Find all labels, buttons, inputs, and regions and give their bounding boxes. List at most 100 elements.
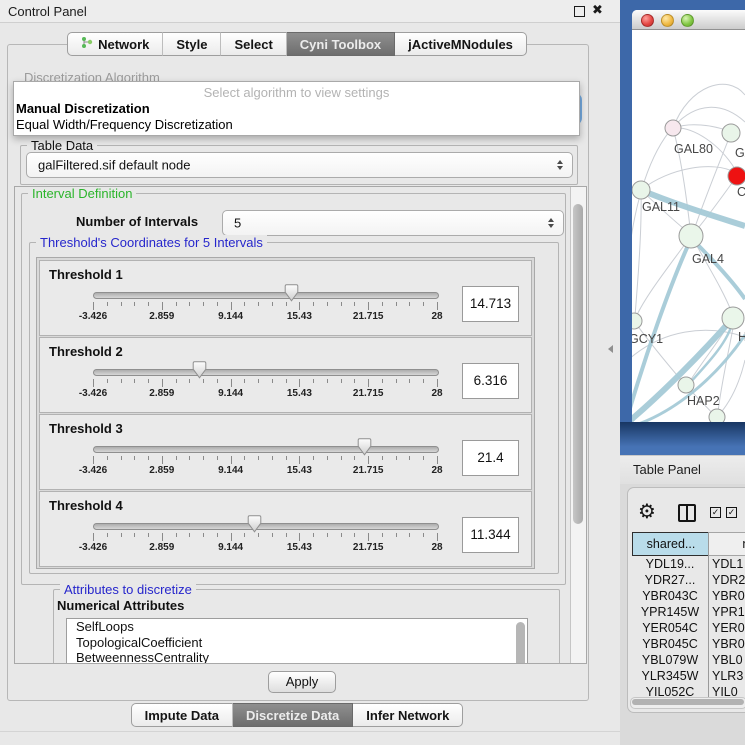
slider-tick (341, 379, 342, 383)
slider-tick (244, 456, 245, 460)
slider-thumb[interactable] (247, 515, 262, 536)
threshold-value-field[interactable]: 21.4 (462, 440, 519, 476)
slider-track[interactable] (93, 369, 439, 376)
table-row[interactable]: YDL19...YDL1 (633, 556, 745, 572)
number-of-intervals-combobox[interactable]: 5 (222, 210, 564, 236)
slider-thumb[interactable] (192, 361, 207, 382)
slider-tick (162, 533, 163, 541)
combo-stepper-icon (557, 160, 563, 170)
columns-icon[interactable] (678, 504, 696, 522)
table-row[interactable]: YDR27...YDR2 (633, 572, 745, 588)
column-header-name[interactable]: name (708, 532, 745, 556)
node-gal80[interactable] (665, 120, 681, 136)
slider-track[interactable] (93, 292, 439, 299)
node-top-right[interactable] (722, 124, 740, 142)
splitter-collapse-icon[interactable] (608, 345, 613, 353)
table-row[interactable]: YBR043CYBR0 (633, 588, 745, 604)
table-row[interactable]: YBR045CYBR0 (633, 636, 745, 652)
threshold-slider-stack: Threshold 1-3.4262.8599.14415.4321.71528… (36, 257, 535, 569)
tab-discretize-data[interactable]: Discretize Data (233, 703, 353, 727)
slider-tick (107, 379, 108, 383)
node-bottom[interactable] (709, 409, 725, 422)
zoom-traffic-icon[interactable] (681, 14, 694, 27)
minimize-traffic-icon[interactable] (661, 14, 674, 27)
cell-name: YER0 (712, 620, 745, 636)
tab-jactivemnodules[interactable]: jActiveMNodules (395, 32, 527, 56)
node-gcy1[interactable] (632, 313, 642, 329)
attribute-list-item[interactable]: TopologicalCoefficient (67, 635, 527, 651)
network-canvas[interactable]: GAL80GAGAL11CGAL4GCY1HHAP2 (632, 29, 745, 422)
network-edge[interactable] (635, 190, 641, 316)
slider-tick (272, 456, 273, 460)
float-window-icon[interactable] (574, 6, 585, 17)
table-row[interactable]: YBL079WYBL0 (633, 652, 745, 668)
slider-tick-label: 2.859 (132, 311, 192, 322)
slider-tick (368, 533, 369, 541)
node-red[interactable] (728, 167, 745, 185)
app-root: { "window": {"title": "Control Panel"}, … (0, 0, 745, 745)
slider-tick (423, 533, 424, 537)
close-traffic-icon[interactable] (641, 14, 654, 27)
scrollbar-thumb[interactable] (632, 699, 744, 705)
cyni-mode-tabs: Impute DataDiscretize DataInfer Network (0, 703, 594, 727)
tab-cyni-toolbox[interactable]: Cyni Toolbox (287, 32, 395, 56)
slider-thumb[interactable] (357, 438, 372, 459)
slider-tick (231, 302, 232, 310)
combo-stepper-icon (548, 218, 554, 228)
slider-tick (231, 379, 232, 387)
slider-track[interactable] (93, 523, 439, 530)
control-panel-tabs: NetworkStyleSelectCyni ToolboxjActiveMNo… (0, 32, 594, 56)
table-row[interactable]: YLR345WYLR3 (633, 668, 745, 684)
numerical-attributes-label: Numerical Attributes (57, 598, 184, 613)
checked-checkbox-icon[interactable]: ✓ (726, 507, 737, 518)
vertical-scrollbar[interactable] (570, 187, 586, 663)
scrollbar-thumb[interactable] (573, 204, 583, 524)
slider-tick-label: 28 (407, 388, 467, 399)
attribute-list-item[interactable]: SelfLoops (67, 619, 527, 635)
node-right-h[interactable] (722, 307, 744, 329)
threshold-value-field[interactable]: 14.713 (462, 286, 519, 322)
threshold-value-field[interactable]: 6.316 (462, 363, 519, 399)
slider-tick (272, 302, 273, 306)
table-row[interactable]: YER054CYER0 (633, 620, 745, 636)
threshold-panel: Threshold 4-3.4262.8599.14415.4321.71528… (39, 491, 532, 567)
slider-tick (354, 379, 355, 383)
slider-tick-label: 15.43 (269, 465, 329, 476)
slider-tick (176, 302, 177, 306)
close-icon[interactable]: ✖ (592, 2, 603, 18)
table-data-combobox[interactable]: galFiltered.sif default node (26, 152, 573, 178)
slider-tick-label: -3.426 (63, 311, 123, 322)
numerical-attributes-list[interactable]: SelfLoopsTopologicalCoefficientBetweenne… (66, 618, 528, 664)
node-hap2[interactable] (678, 377, 694, 393)
network-edge[interactable] (673, 84, 745, 128)
tab-infer-network[interactable]: Infer Network (353, 703, 463, 727)
network-edge[interactable] (692, 239, 745, 299)
algorithm-option[interactable]: Equal Width/Frequency Discretization (16, 117, 233, 132)
tab-network[interactable]: Network (67, 32, 163, 56)
tab-impute-data[interactable]: Impute Data (131, 703, 233, 727)
column-header-shared-[interactable]: shared... (632, 532, 710, 556)
gear-icon[interactable]: ⚙ (638, 499, 656, 524)
checked-checkbox-icon[interactable]: ✓ (710, 507, 721, 518)
attribute-list-item[interactable]: BetweennessCentrality (67, 650, 527, 664)
tab-select[interactable]: Select (221, 32, 286, 56)
slider-tick (134, 302, 135, 306)
slider-tick (327, 456, 328, 460)
horizontal-scrollbar[interactable] (630, 697, 745, 709)
network-edge[interactable] (641, 167, 734, 190)
threshold-value-field[interactable]: 11.344 (462, 517, 519, 553)
slider-thumb[interactable] (284, 284, 299, 305)
algorithm-option[interactable]: Manual Discretization (16, 101, 150, 116)
node-gal4[interactable] (679, 224, 703, 248)
table-row[interactable]: YIL052CYIL0 (633, 684, 745, 697)
slider-tick (244, 379, 245, 383)
node-gal11[interactable] (632, 181, 650, 199)
node-label: GCY1 (632, 332, 663, 346)
list-scrollbar-thumb[interactable] (516, 622, 525, 664)
apply-button[interactable]: Apply (268, 671, 336, 693)
slider-tick (409, 533, 410, 537)
network-window-titlebar[interactable] (632, 10, 745, 30)
slider-track[interactable] (93, 446, 439, 453)
tab-style[interactable]: Style (163, 32, 221, 56)
table-row[interactable]: YPR145WYPR1 (633, 604, 745, 620)
